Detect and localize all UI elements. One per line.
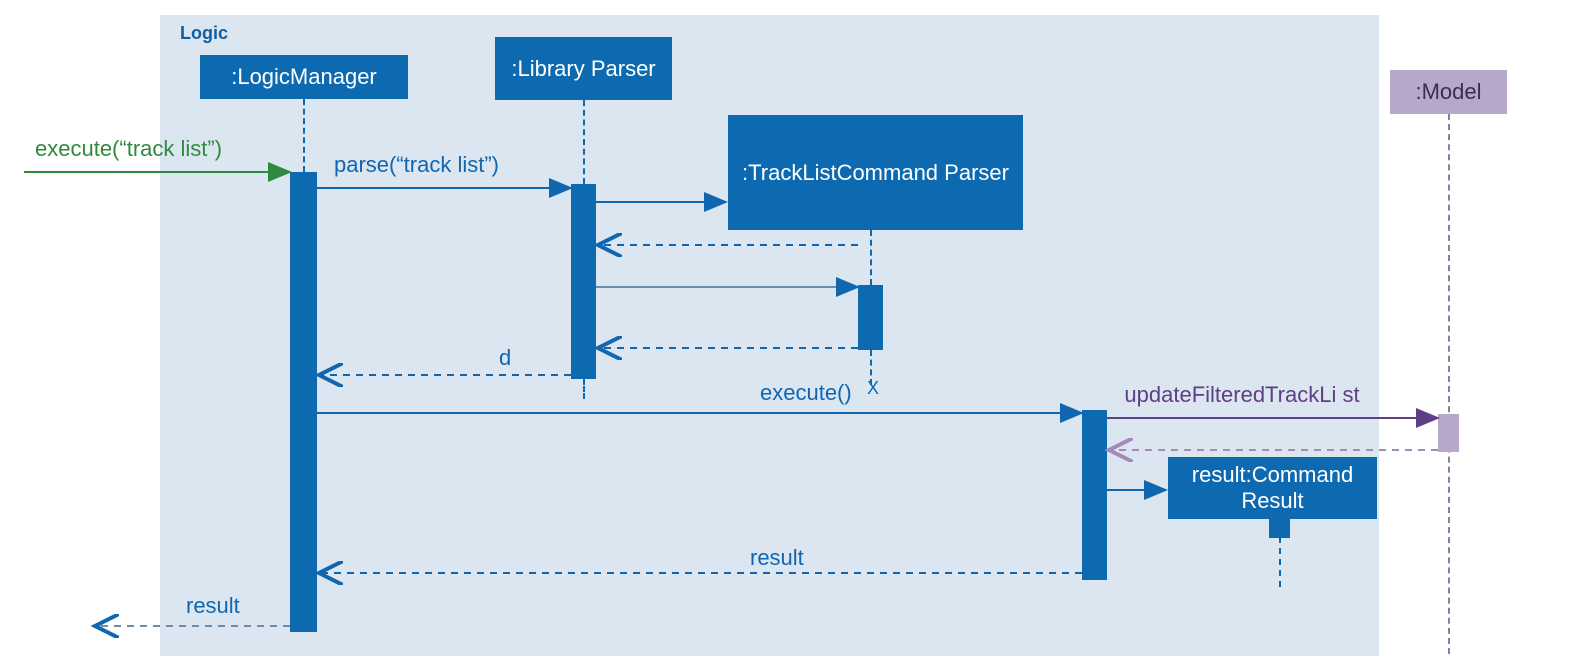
participant-logic-manager: :LogicManager — [200, 55, 408, 99]
msg-update: updateFilteredTrackLi st — [1112, 382, 1372, 408]
msg-parse: parse(“track list”) — [334, 152, 499, 178]
lifeline-library-parser-top — [583, 100, 585, 184]
activation-model — [1438, 414, 1459, 452]
lifeline-model — [1448, 114, 1450, 654]
participant-model: :Model — [1390, 70, 1507, 114]
activation-library-parser — [571, 184, 596, 379]
lifeline-library-parser-bottom — [583, 379, 585, 399]
msg-d: d — [499, 345, 511, 371]
lifeline-tracklist-top — [870, 230, 872, 285]
activation-result — [1269, 518, 1290, 538]
destroy-x-icon: X — [867, 378, 879, 399]
activation-execute-target — [1082, 410, 1107, 580]
activation-logic-manager — [290, 172, 317, 632]
participant-library-parser: :Library Parser — [495, 37, 672, 100]
msg-execute-call: execute() — [760, 380, 852, 406]
lifeline-result — [1279, 537, 1281, 587]
participant-command-result: result:Command Result — [1168, 457, 1377, 519]
logic-frame-label: Logic — [180, 23, 228, 44]
lifeline-logic-manager — [303, 99, 305, 172]
msg-result2: result — [186, 593, 240, 619]
activation-tracklist-parser — [858, 285, 883, 350]
msg-result1: result — [750, 545, 804, 571]
participant-tracklist-parser: :TrackListCommand Parser — [728, 115, 1023, 230]
msg-execute-in: execute(“track list”) — [35, 136, 222, 162]
